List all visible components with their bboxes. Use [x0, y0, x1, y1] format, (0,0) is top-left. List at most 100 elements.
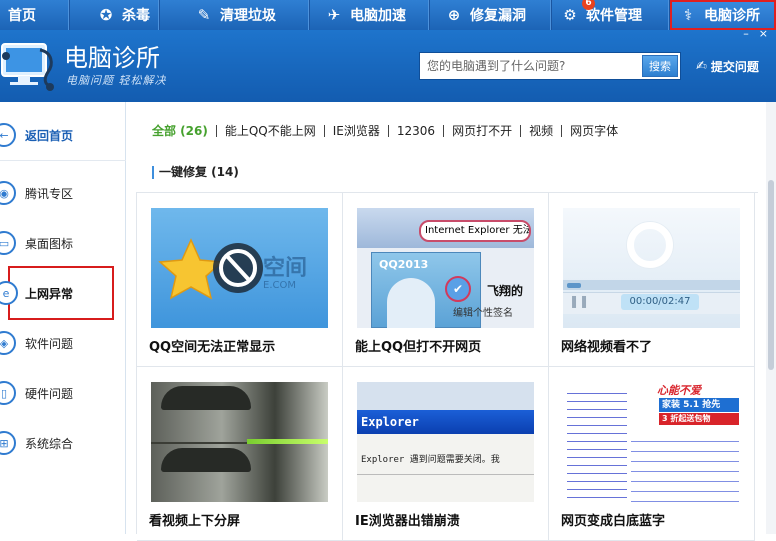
card-caption: 网络视频看不了: [561, 340, 653, 355]
tab-label: 软件管理: [586, 8, 642, 24]
tab-speedup[interactable]: ✈ 电脑加速: [310, 0, 430, 30]
card-caption: QQ空间无法正常显示: [149, 340, 276, 355]
rocket-icon: ✈: [327, 6, 341, 24]
sidebar-item-system[interactable]: ⊞ 系统综合: [0, 423, 126, 463]
submit-question-label: 提交问题: [710, 60, 759, 74]
app-slogan: 电脑问题 轻松解决: [66, 74, 167, 87]
tab-label: 杀毒: [122, 8, 150, 24]
fix-card[interactable]: Internet Explorer 无法显... QQ2013 ✔ 飞翔的 编辑…: [343, 193, 549, 367]
penguin-icon: ◉: [0, 181, 16, 205]
sidebar-item-label: 腾讯专区: [25, 186, 74, 201]
search-box: 搜索: [419, 52, 681, 80]
tab-repair[interactable]: ⊕ 修复漏洞: [430, 0, 552, 30]
back-arrow-icon: ←: [0, 123, 16, 147]
fix-card-grid: 空间 E.COM QQ空间无法正常显示 Internet Explorer 无法…: [136, 192, 758, 541]
tab-label: 修复漏洞: [470, 8, 526, 24]
sidebar-divider: [0, 160, 126, 161]
sidebar-item-label: 系统综合: [25, 436, 74, 451]
main-content: 全部 (26) 能上QQ不能上网 IE浏览器 12306 网页打不开 视频 网页…: [126, 102, 766, 541]
sidebar-item-label: 上网异常: [25, 286, 74, 301]
tab-label: 电脑加速: [350, 8, 406, 24]
sidebar: ← 返回首页 ◉ 腾讯专区 ▭ 桌面图标 e 上网异常 ◈ 软件问题 ▯ 硬件问…: [0, 102, 126, 534]
tab-label: 电脑诊所: [704, 8, 760, 24]
filter-ie[interactable]: IE浏览器: [323, 125, 388, 137]
thumb-text: 空间: [263, 256, 308, 281]
card-thumbnail: Internet Explorer 无法显... QQ2013 ✔ 飞翔的 编辑…: [357, 208, 534, 328]
stethoscope-icon: ⚕: [683, 6, 693, 24]
card-caption: 网页变成白底蓝字: [561, 514, 666, 529]
play-pause-icon: ❚❚: [569, 294, 590, 308]
sidebar-item-desktop-icons[interactable]: ▭ 桌面图标: [0, 223, 126, 263]
filter-web-font[interactable]: 网页字体: [561, 125, 626, 137]
card-thumbnail: 心能不爱 家装 5.1 抢先 3 折起送包物: [563, 382, 740, 502]
filter-video[interactable]: 视频: [520, 125, 561, 137]
card-caption: 看视频上下分屏: [149, 514, 241, 529]
fix-card[interactable]: Explorer Explorer 遇到问题需要关闭。我 IE浏览器出错崩溃: [343, 367, 549, 541]
card-thumbnail: 空间 E.COM: [151, 208, 328, 328]
thumb-subtext: 家装 5.1 抢先: [659, 398, 739, 412]
card-caption: 能上QQ但打不开网页: [355, 340, 482, 355]
card-caption: IE浏览器出错崩溃: [355, 514, 460, 529]
close-button[interactable]: ×: [759, 28, 768, 40]
top-nav-bar: 首页 ✪ 杀毒 ✎ 清理垃圾 ✈ 电脑加速 ⊕ 修复漏洞 ⚙ 软件管理 6 ⚕ …: [0, 0, 776, 30]
thumb-text: 心能不爱: [657, 384, 701, 397]
minimize-button[interactable]: –: [743, 28, 749, 40]
window-controls: – ×: [718, 28, 776, 40]
tab-label: 清理垃圾: [220, 8, 276, 24]
tab-clean[interactable]: ✎ 清理垃圾: [160, 0, 310, 30]
fix-card[interactable]: 空间 E.COM QQ空间无法正常显示: [137, 193, 343, 367]
app-title: 电脑诊所: [64, 44, 160, 72]
thumb-text: Internet Explorer 无法显...: [419, 220, 531, 242]
video-time: 00:00/02:47: [621, 294, 699, 310]
software-icon: ⚙: [563, 6, 577, 24]
filter-qq-no-web[interactable]: 能上QQ不能上网: [215, 125, 324, 137]
shield-icon: ✪: [99, 6, 113, 24]
desktop-icon: ▭: [0, 231, 16, 255]
card-thumbnail: Explorer Explorer 遇到问题需要关闭。我: [357, 382, 534, 502]
sidebar-item-hardware[interactable]: ▯ 硬件问题: [0, 373, 126, 413]
fix-card[interactable]: 看视频上下分屏: [137, 367, 343, 541]
vertical-scrollbar[interactable]: [766, 102, 776, 534]
thumb-signature: 编辑个性签名: [453, 308, 513, 319]
tab-home[interactable]: 首页: [0, 0, 70, 30]
repair-icon: ⊕: [447, 6, 461, 24]
search-input[interactable]: [420, 53, 640, 79]
thumb-subtext: Explorer 遇到问题需要关闭。我: [361, 455, 500, 465]
submit-question-link[interactable]: ✍ 提交问题: [696, 58, 759, 75]
category-filter-bar: 全部 (26) 能上QQ不能上网 IE浏览器 12306 网页打不开 视频 网页…: [152, 125, 626, 137]
online-status-icon: ✔: [445, 276, 471, 302]
tab-antivirus[interactable]: ✪ 杀毒: [70, 0, 160, 30]
tab-software[interactable]: ⚙ 软件管理 6: [552, 0, 670, 30]
software-icon: ◈: [0, 331, 16, 355]
thumb-subtext: QQ2013: [379, 258, 429, 271]
card-thumbnail: ❚❚ 00:00/02:47: [563, 208, 740, 328]
broom-icon: ✎: [197, 6, 211, 24]
scrollbar-thumb[interactable]: [768, 180, 774, 370]
split-line: [247, 439, 328, 444]
tab-clinic[interactable]: ⚕ 电脑诊所: [670, 0, 776, 30]
thumb-extra: 飞翔的: [487, 284, 524, 298]
thumb-text: Explorer: [357, 410, 534, 434]
sidebar-item-tencent[interactable]: ◉ 腾讯专区: [0, 173, 126, 213]
thumb-subtext: E.COM: [263, 280, 296, 291]
thumb-extra: 3 折起送包物: [659, 413, 739, 425]
card-thumbnail: [151, 382, 328, 502]
filter-all[interactable]: 全部 (26): [152, 125, 216, 137]
fix-card[interactable]: 心能不爱 家装 5.1 抢先 3 折起送包物 网页变成白底蓝字: [549, 367, 755, 541]
search-button[interactable]: 搜索: [642, 55, 678, 77]
tab-label: 首页: [8, 8, 36, 24]
windows-icon: ⊞: [0, 431, 16, 455]
sidebar-item-label: 桌面图标: [25, 236, 74, 251]
edit-icon: ✍: [696, 59, 707, 74]
filter-12306[interactable]: 12306: [387, 125, 443, 137]
loading-spinner-icon: [627, 222, 673, 268]
sidebar-item-label: 软件问题: [25, 336, 74, 351]
sidebar-item-label: 返回首页: [25, 128, 74, 143]
sidebar-item-software[interactable]: ◈ 软件问题: [0, 323, 126, 363]
hardware-icon: ▯: [0, 381, 16, 405]
filter-page-not-open[interactable]: 网页打不开: [443, 125, 520, 137]
fix-card[interactable]: ❚❚ 00:00/02:47 网络视频看不了: [549, 193, 755, 367]
clinic-logo-icon: [0, 36, 58, 94]
sidebar-item-network[interactable]: e 上网异常: [0, 266, 114, 320]
sidebar-item-back-home[interactable]: ← 返回首页: [0, 115, 126, 155]
